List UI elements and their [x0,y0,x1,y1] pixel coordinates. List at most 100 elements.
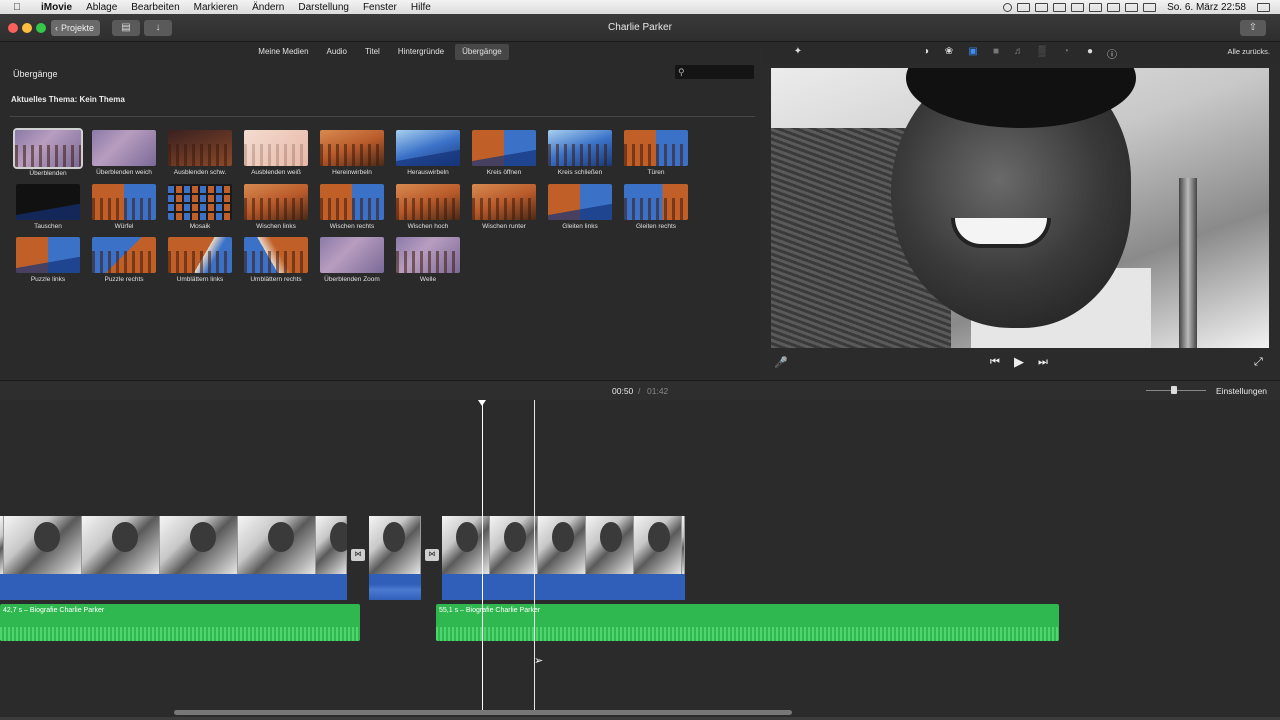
transition-tile[interactable]: Herauswirbeln [390,130,466,177]
window-status-icon[interactable] [1035,2,1049,12]
transition-thumbnail [16,184,80,220]
notification-center-icon[interactable] [1257,2,1270,12]
keyboard-status-icon[interactable] [1071,2,1085,12]
transition-tile[interactable]: Umblättern rechts [238,237,314,283]
transition-tile[interactable]: Puzzle rechts [86,237,162,283]
horizontal-scrollbar[interactable] [174,710,792,715]
info-icon[interactable]: ⓘ [1106,46,1118,61]
arrange-status-icon[interactable] [1089,2,1103,12]
layout-status-icon[interactable] [1053,2,1067,12]
video-clip[interactable] [369,516,421,600]
transition-label: Puzzle links [30,276,66,283]
transition-marker-icon[interactable]: ⋈ [425,549,439,561]
tab-audio[interactable]: Audio [320,44,354,60]
theme-label: Aktuelles Thema: Kein Thema [11,95,125,104]
transition-thumbnail [548,130,612,166]
play-icon[interactable]: ▶ [1014,354,1024,370]
transition-tile[interactable]: Wischen runter [466,184,542,230]
menu-markieren[interactable]: Markieren [187,2,245,13]
color-palette-icon[interactable]: ❀ [943,46,955,57]
video-clip[interactable] [0,516,347,600]
background-music-clip[interactable]: 55,1 s – Biografie Charlie Parker [436,604,1059,641]
filter-icon[interactable]: ● [1084,46,1096,57]
reset-all-button[interactable]: Alle zurücks. [1227,47,1270,56]
transition-tile[interactable]: Gleiten rechts [618,184,694,230]
search-input[interactable]: ⚲ [675,65,754,79]
volume-icon[interactable]: ♬ [1013,46,1025,57]
record-status-icon[interactable] [1003,2,1013,12]
tab-hintergruende[interactable]: Hintergründe [391,44,451,60]
fullscreen-icon[interactable]: ⤢ [1254,356,1263,369]
video-clip[interactable] [442,516,685,600]
transition-tile[interactable]: Gleiten links [542,184,618,230]
menu-app-name[interactable]: iMovie [34,2,79,13]
settings-button[interactable]: Einstellungen [1216,386,1267,396]
menubar-clock[interactable]: So. 6. März 22:58 [1161,2,1252,13]
display-status-icon[interactable] [1017,2,1031,12]
music-clip-label: 42,7 s – Biografie Charlie Parker [3,607,105,614]
speed-icon[interactable]: ◔ [1060,46,1072,57]
playhead[interactable] [478,400,486,710]
transition-tile[interactable]: Ausblenden weiß [238,130,314,177]
transition-thumbnail [624,130,688,166]
bluetooth-status-icon[interactable] [1107,2,1121,12]
transition-thumbnail [320,130,384,166]
transition-thumbnail [396,237,460,273]
tab-titel[interactable]: Titel [358,44,387,60]
tab-uebergaenge[interactable]: Übergänge [455,44,509,60]
transition-label: Tauschen [34,223,62,230]
share-button[interactable]: ⇧ [1240,20,1266,36]
menu-ablage[interactable]: Ablage [79,2,124,13]
viewer-toolbar: ✦ ◑ ❀ ▣ ■ ♬ ▒ ◔ ● ⓘ Alle zurücks. [762,42,1280,64]
transition-tile[interactable]: Puzzle links [10,237,86,283]
crop-icon[interactable]: ▣ [967,46,979,57]
magic-wand-icon[interactable]: ✦ [792,46,804,57]
transition-tile[interactable]: Wischen hoch [390,184,466,230]
transition-tile[interactable]: Überblenden weich [86,130,162,177]
transition-tile[interactable]: Überblenden Zoom [314,237,390,283]
battery-status-icon[interactable] [1143,2,1157,12]
menu-fenster[interactable]: Fenster [356,2,404,13]
timeline[interactable]: ⋈ ⋈ 42,7 s – Biografie Charlie Parker 55… [0,400,1280,720]
zoom-slider-knob[interactable] [1171,386,1177,394]
transition-tile[interactable]: Tauschen [10,184,86,230]
wifi-status-icon[interactable] [1125,2,1139,12]
menu-hilfe[interactable]: Hilfe [404,2,438,13]
transition-tile[interactable]: Ausblenden schw. [162,130,238,177]
transition-tile[interactable]: Türen [618,130,694,177]
playhead-handle-icon[interactable] [478,400,486,406]
apple-icon[interactable]:  [0,2,34,13]
equalizer-icon[interactable]: ▒ [1036,46,1048,57]
transition-tile[interactable]: Wischen rechts [314,184,390,230]
transition-tile[interactable]: Kreis öffnen [466,130,542,177]
skip-back-icon[interactable]: ⏮ [990,356,1000,369]
video-preview[interactable] [771,68,1269,348]
transition-thumbnail [92,237,156,273]
transition-tile[interactable]: Mosaik [162,184,238,230]
transition-tile[interactable]: Wischen links [238,184,314,230]
menu-aendern[interactable]: Ändern [245,2,291,13]
stabilization-icon[interactable]: ■ [990,46,1002,57]
voiceover-mic-icon[interactable]: 🎤 [774,356,788,369]
transition-thumbnail [168,130,232,166]
transition-label: Umblättern links [176,276,224,283]
transition-thumbnail [244,184,308,220]
transition-tile[interactable]: Hereinwirbeln [314,130,390,177]
transition-tile[interactable]: Überblenden [10,128,86,177]
transition-thumbnail [396,184,460,220]
skip-forward-icon[interactable]: ⏭ [1038,356,1048,369]
transition-marker-icon[interactable]: ⋈ [351,549,365,561]
tab-meine-medien[interactable]: Meine Medien [251,44,315,60]
content-browser: Meine Medien Audio Titel Hintergründe Üb… [0,42,760,378]
menu-bearbeiten[interactable]: Bearbeiten [124,2,186,13]
music-waveform [436,627,1059,641]
music-waveform [0,627,360,641]
transition-tile[interactable]: Welle [390,237,466,283]
transition-tile[interactable]: Umblättern links [162,237,238,283]
color-balance-icon[interactable]: ◑ [920,46,932,57]
background-music-clip[interactable]: 42,7 s – Biografie Charlie Parker [0,604,360,641]
transition-tile[interactable]: Kreis schließen [542,130,618,177]
menu-darstellung[interactable]: Darstellung [291,2,356,13]
time-separator: / [638,386,641,396]
transition-tile[interactable]: Würfel [86,184,162,230]
